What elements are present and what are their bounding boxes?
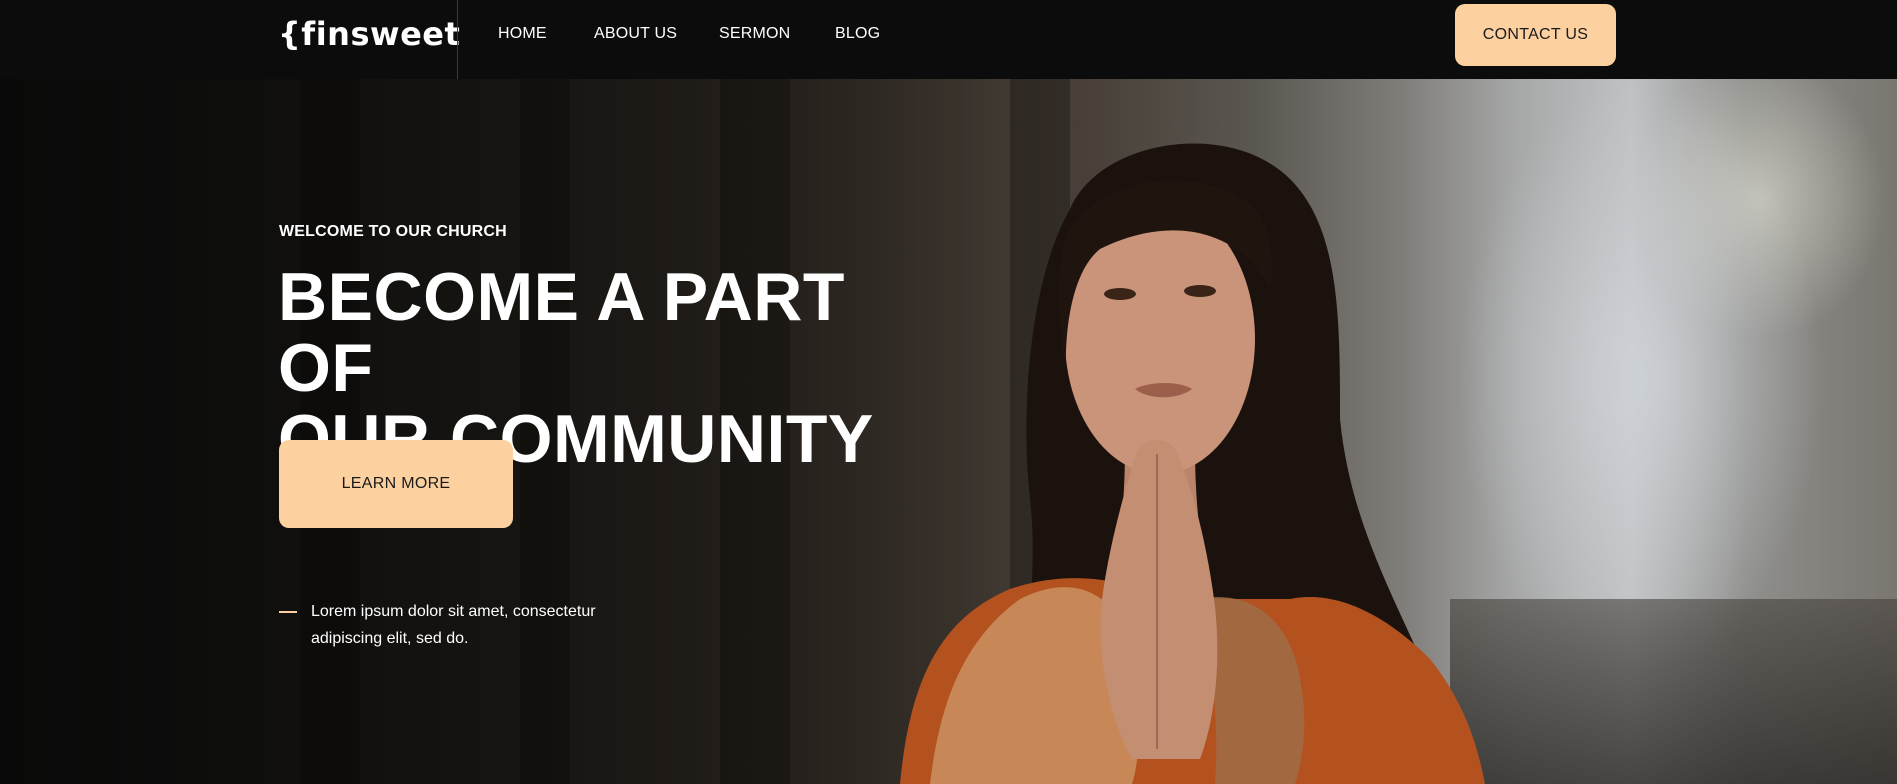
nav-divider (457, 0, 458, 79)
quote-dash (279, 611, 297, 613)
contact-us-button[interactable]: CONTACT US (1455, 4, 1616, 66)
praying-woman-image (900, 143, 1485, 784)
hero-section: WELCOME TO OUR CHURCH BECOME A PART OF O… (0, 79, 1897, 784)
eye-shape (1104, 288, 1136, 300)
navbar: {finsweet HOME ABOUT US SERMON BLOG CONT… (0, 0, 1897, 79)
nav-link-sermon[interactable]: SERMON (719, 23, 790, 45)
learn-more-button[interactable]: LEARN MORE (279, 440, 513, 528)
hero-eyebrow: WELCOME TO OUR CHURCH (279, 223, 507, 240)
hero-quote-line1: Lorem ipsum dolor sit amet, consectetur (311, 603, 596, 620)
hero-quote: Lorem ipsum dolor sit amet, consectetur … (311, 598, 631, 652)
eye-shape (1184, 285, 1216, 297)
hero-quote-line2: adipiscing elit, sed do. (311, 630, 469, 647)
logo[interactable]: {finsweet (278, 12, 460, 56)
nav-link-home[interactable]: HOME (498, 23, 547, 45)
nav-link-about-us[interactable]: ABOUT US (594, 23, 677, 45)
nav-link-blog[interactable]: BLOG (835, 23, 880, 45)
hero-headline-line1: BECOME A PART OF (278, 259, 845, 406)
